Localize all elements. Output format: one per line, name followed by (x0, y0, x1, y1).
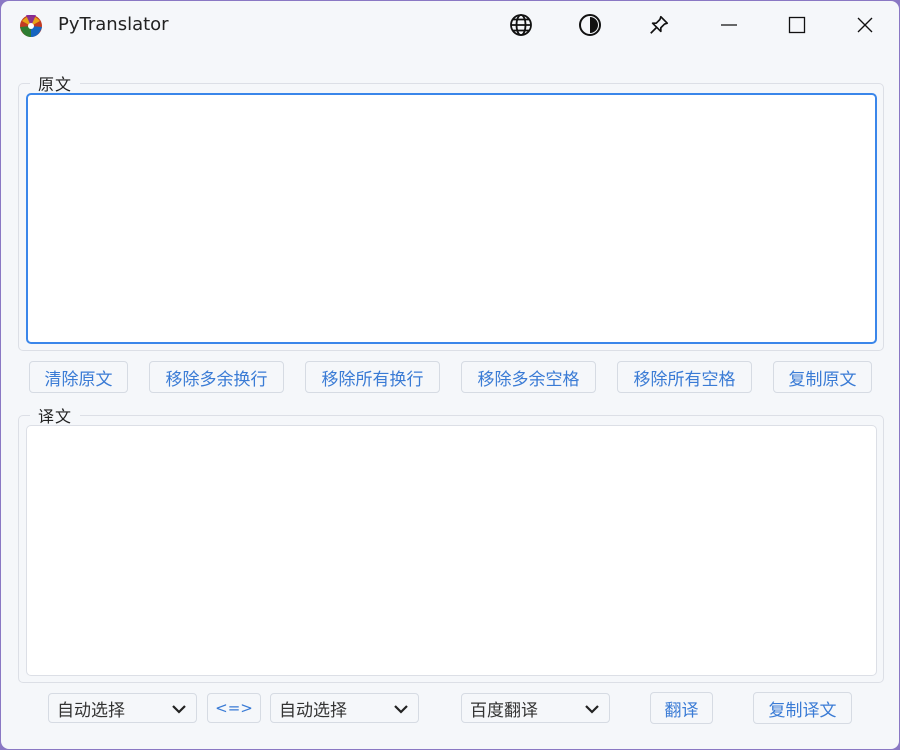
app-window: PyTranslator 原文 清除原文 移除多余换行 移除所有换行 移除多余空… (1, 1, 899, 749)
source-language-value: 自动选择 (57, 700, 125, 721)
globe-button[interactable] (499, 7, 543, 43)
swap-languages-button[interactable]: <=> (207, 693, 261, 723)
source-language-select[interactable]: 自动选择 (48, 693, 197, 723)
contrast-icon (579, 14, 601, 36)
title-bar: PyTranslator (1, 1, 899, 49)
chevron-down-icon (394, 705, 408, 714)
clear-source-button[interactable]: 清除原文 (29, 361, 128, 393)
minimize-icon (721, 24, 737, 26)
theme-toggle-button[interactable] (568, 7, 612, 43)
engine-value: 百度翻译 (470, 700, 538, 721)
minimize-button[interactable] (707, 7, 751, 43)
chevron-down-icon (585, 705, 599, 714)
source-text-input[interactable] (26, 93, 877, 344)
source-group-label: 原文 (30, 71, 81, 95)
pin-icon (650, 15, 669, 34)
target-language-select[interactable]: 自动选择 (270, 693, 419, 723)
remove-all-spaces-button[interactable]: 移除所有空格 (617, 361, 752, 393)
copy-translation-button[interactable]: 复制译文 (753, 692, 852, 724)
engine-select[interactable]: 百度翻译 (461, 693, 610, 723)
remove-all-newlines-button[interactable]: 移除所有换行 (305, 361, 440, 393)
remove-extra-spaces-button[interactable]: 移除多余空格 (461, 361, 596, 393)
app-logo-icon (20, 15, 42, 37)
translate-button[interactable]: 翻译 (650, 692, 713, 724)
target-language-value: 自动选择 (279, 700, 347, 721)
maximize-button[interactable] (775, 7, 819, 43)
remove-extra-newlines-button[interactable]: 移除多余换行 (149, 361, 284, 393)
chevron-down-icon (172, 705, 186, 714)
maximize-icon (788, 16, 806, 34)
globe-icon (510, 14, 532, 36)
close-icon (857, 17, 873, 33)
target-group-label: 译文 (30, 403, 81, 427)
pin-button[interactable] (637, 7, 681, 43)
copy-source-button[interactable]: 复制原文 (773, 361, 872, 393)
target-text-output[interactable] (26, 425, 877, 676)
source-group: 原文 (18, 71, 884, 351)
close-button[interactable] (843, 7, 887, 43)
app-title: PyTranslator (58, 14, 169, 35)
target-group: 译文 (18, 403, 884, 683)
